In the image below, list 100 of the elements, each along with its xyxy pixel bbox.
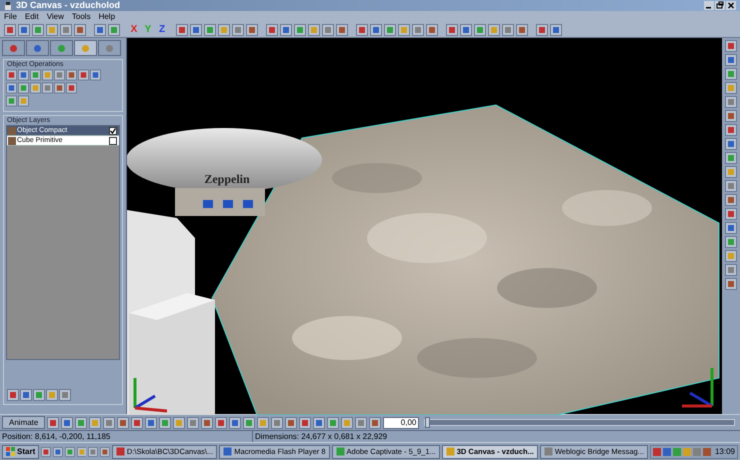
operation-icon[interactable] — [6, 69, 17, 81]
quick-launch-icon[interactable] — [41, 446, 52, 458]
playback-icon[interactable] — [327, 416, 340, 428]
toolbar-icon[interactable] — [502, 24, 514, 36]
toolbar-icon[interactable] — [18, 24, 30, 36]
toolbar-icon[interactable] — [550, 24, 562, 36]
toolbar-icon[interactable] — [460, 24, 472, 36]
quick-launch-icon[interactable] — [100, 446, 110, 458]
operation-icon[interactable] — [90, 69, 101, 81]
operation-icon[interactable] — [54, 82, 65, 94]
toolbar-icon[interactable] — [246, 24, 258, 36]
toolbar-icon[interactable] — [46, 24, 58, 36]
restore-icon[interactable] — [715, 1, 725, 10]
operation-icon[interactable] — [42, 82, 53, 94]
toolbar-icon[interactable] — [218, 24, 230, 36]
toolbar-icon[interactable] — [60, 24, 72, 36]
tool-icon[interactable] — [725, 124, 737, 136]
tool-icon[interactable] — [725, 278, 737, 290]
playback-icon[interactable] — [75, 416, 88, 428]
toolbar-icon[interactable] — [294, 24, 306, 36]
playback-icon[interactable] — [131, 416, 144, 428]
toolbar-icon[interactable] — [412, 24, 424, 36]
toolbar-icon[interactable] — [4, 24, 16, 36]
tool-icon[interactable] — [725, 82, 737, 94]
operation-icon[interactable] — [6, 82, 17, 94]
toolbar-icon[interactable] — [516, 24, 528, 36]
tool-icon[interactable] — [725, 208, 737, 220]
close-icon[interactable] — [726, 1, 736, 10]
toolbar-icon[interactable] — [32, 24, 44, 36]
operation-icon[interactable] — [30, 82, 41, 94]
toolbar-icon[interactable] — [536, 24, 548, 36]
quick-launch-icon[interactable] — [76, 446, 86, 458]
viewport[interactable]: Zeppelin — [127, 38, 722, 414]
operation-icon[interactable] — [30, 69, 41, 81]
layer-checkbox[interactable] — [109, 126, 117, 134]
tool-icon[interactable] — [725, 194, 737, 206]
playback-icon[interactable] — [159, 416, 172, 428]
toolbar-icon[interactable] — [94, 24, 106, 36]
tool-icon[interactable] — [725, 166, 737, 178]
playback-icon[interactable] — [341, 416, 354, 428]
quick-launch-icon[interactable] — [64, 446, 75, 458]
menu-item[interactable]: File — [4, 12, 17, 20]
layer-tool-icon[interactable] — [33, 389, 45, 401]
toolbar-icon[interactable] — [446, 24, 458, 36]
operation-icon[interactable] — [6, 95, 17, 107]
panel-tab[interactable] — [50, 40, 73, 56]
layer-tool-icon[interactable] — [46, 389, 58, 401]
playback-icon[interactable] — [271, 416, 284, 428]
tool-icon[interactable] — [725, 222, 737, 234]
menu-item[interactable]: Tools — [72, 12, 91, 20]
operation-icon[interactable] — [18, 95, 29, 107]
toolbar-icon[interactable] — [488, 24, 500, 36]
playback-icon[interactable] — [215, 416, 228, 428]
layer-checkbox[interactable] — [109, 136, 117, 144]
operation-icon[interactable] — [66, 69, 77, 81]
playback-icon[interactable] — [299, 416, 312, 428]
playback-icon[interactable] — [89, 416, 102, 428]
quick-launch-icon[interactable] — [88, 446, 98, 458]
playback-icon[interactable] — [229, 416, 242, 428]
playback-icon[interactable] — [61, 416, 74, 428]
tool-icon[interactable] — [725, 54, 737, 66]
menu-item[interactable]: View — [46, 12, 64, 20]
toolbar-icon[interactable] — [370, 24, 382, 36]
minimize-icon[interactable] — [704, 1, 714, 10]
toolbar-icon[interactable] — [336, 24, 348, 36]
toolbar-icon[interactable] — [398, 24, 410, 36]
animate-button[interactable]: Animate — [2, 416, 46, 429]
tool-icon[interactable] — [725, 68, 737, 80]
toolbar-icon[interactable] — [190, 24, 202, 36]
toolbar-icon[interactable] — [474, 24, 486, 36]
toolbar-icon[interactable] — [426, 24, 438, 36]
operation-icon[interactable] — [66, 82, 77, 94]
playback-icon[interactable] — [257, 416, 270, 428]
panel-tab[interactable] — [98, 40, 121, 56]
toolbar-icon[interactable] — [280, 24, 292, 36]
playback-icon[interactable] — [285, 416, 298, 428]
tool-icon[interactable] — [725, 138, 737, 150]
tool-icon[interactable] — [725, 264, 737, 276]
playback-icon[interactable] — [47, 416, 60, 428]
layer-tool-icon[interactable] — [7, 389, 19, 401]
frame-field[interactable]: 0,00 — [383, 416, 420, 428]
toolbar-icon[interactable] — [204, 24, 216, 36]
tool-icon[interactable] — [725, 110, 737, 122]
operation-icon[interactable] — [42, 69, 53, 81]
toolbar-icon[interactable] — [356, 24, 368, 36]
toolbar-icon[interactable] — [232, 24, 244, 36]
quick-launch-icon[interactable] — [53, 446, 63, 458]
operation-icon[interactable] — [18, 69, 29, 81]
operation-icon[interactable] — [18, 82, 29, 94]
playback-icon[interactable] — [201, 416, 214, 428]
tool-icon[interactable] — [725, 250, 737, 262]
operation-icon[interactable] — [78, 69, 89, 81]
playback-icon[interactable] — [369, 416, 382, 428]
playback-icon[interactable] — [103, 416, 116, 428]
playback-icon[interactable] — [173, 416, 186, 428]
playback-icon[interactable] — [117, 416, 130, 428]
tool-icon[interactable] — [725, 96, 737, 108]
panel-tab[interactable] — [74, 40, 97, 56]
toolbar-icon[interactable] — [266, 24, 278, 36]
playback-icon[interactable] — [243, 416, 256, 428]
